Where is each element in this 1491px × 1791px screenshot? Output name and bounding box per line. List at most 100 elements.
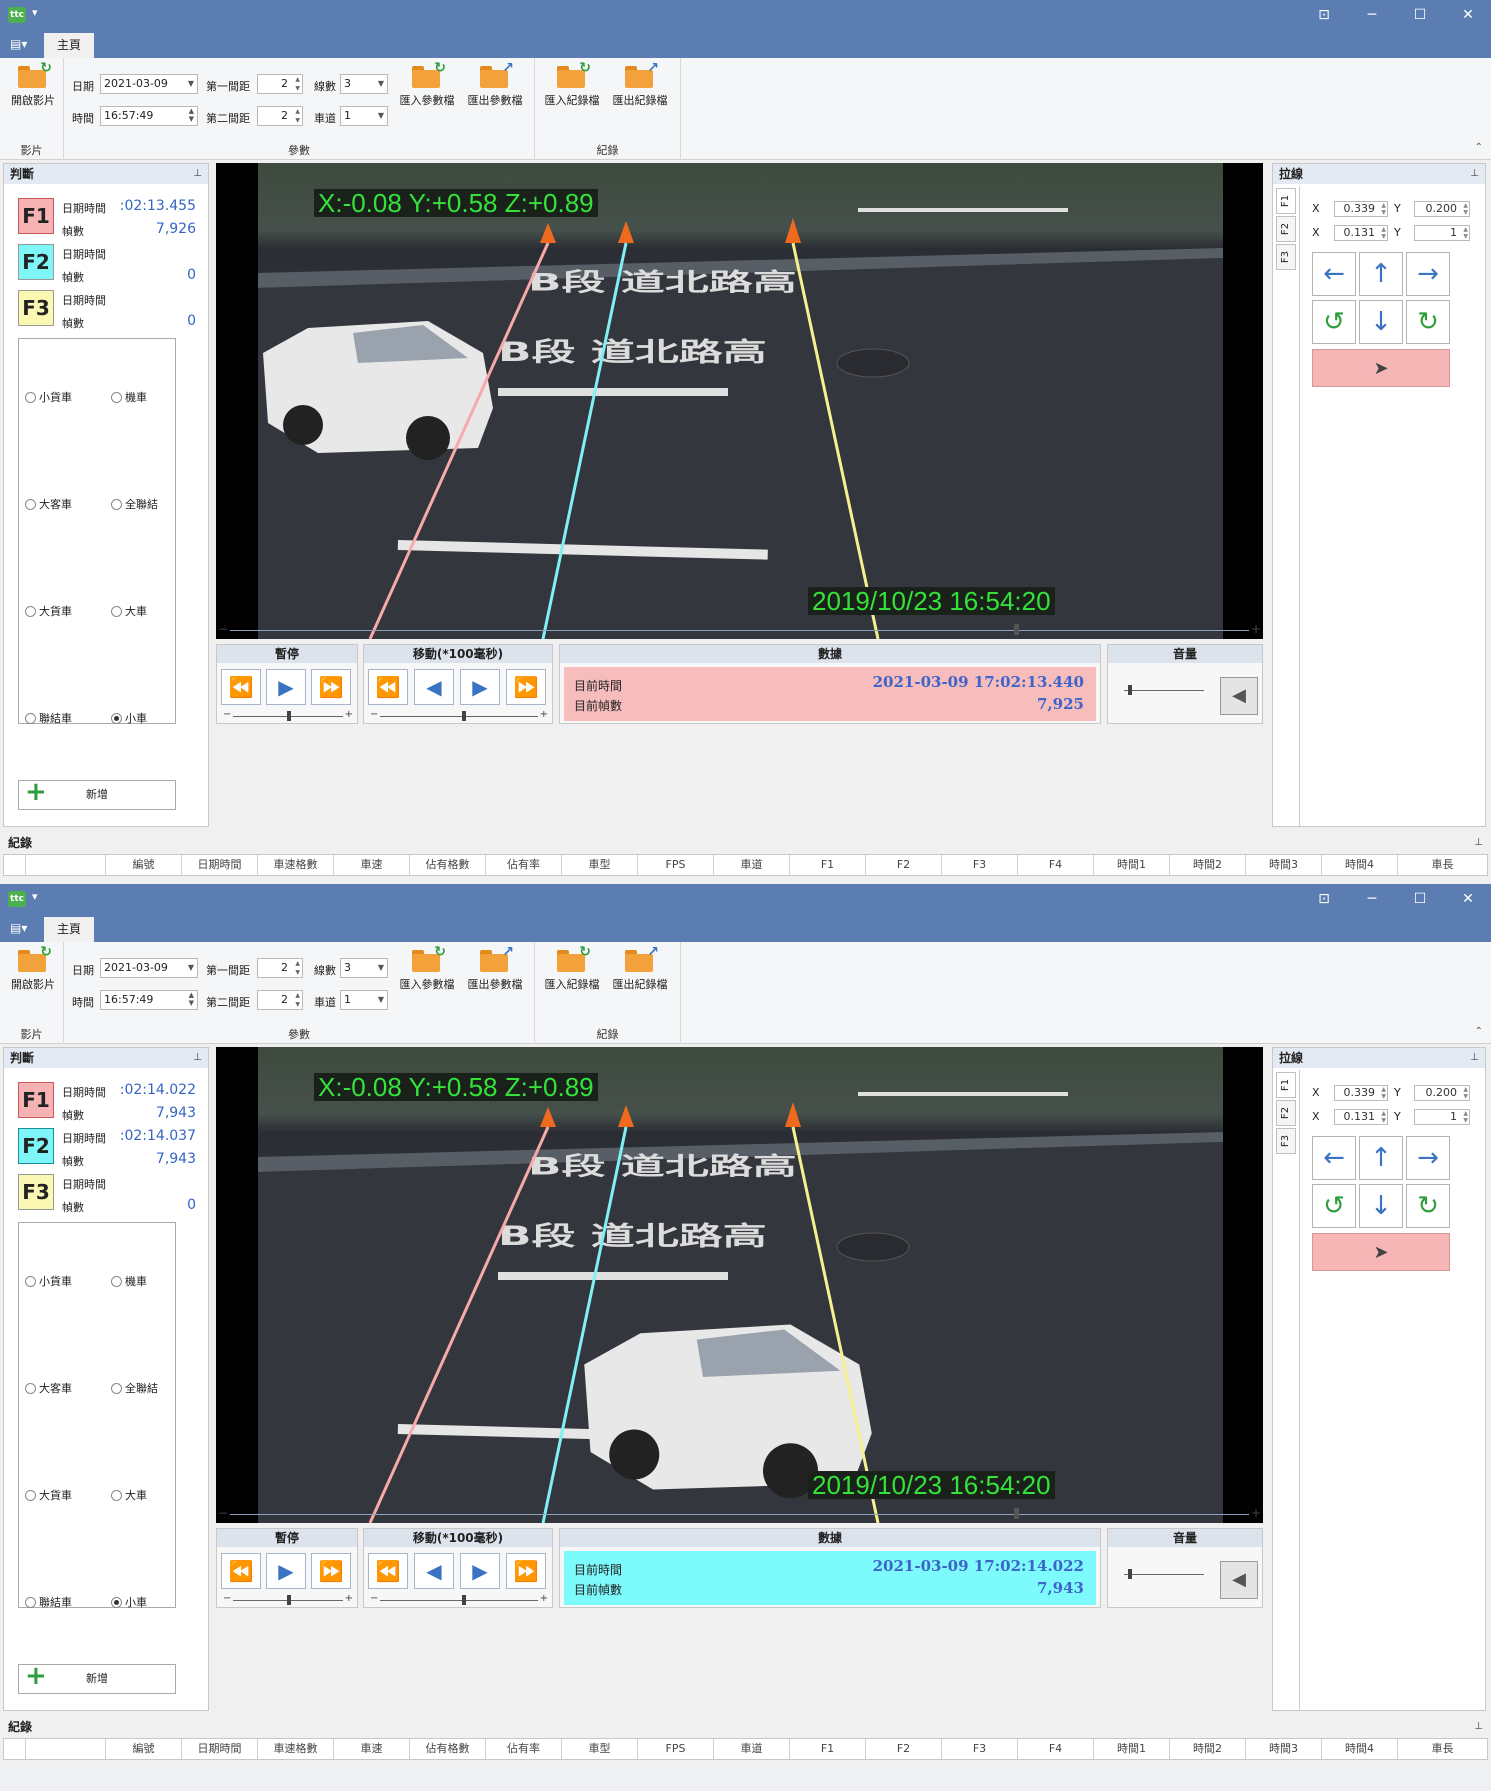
- pin-icon[interactable]: ⊥: [1470, 1048, 1479, 1068]
- rewind-button[interactable]: ⏪: [221, 1553, 261, 1589]
- grid-header-cell[interactable]: 車速: [334, 1739, 410, 1759]
- gap2-spinner[interactable]: 2 ▲ ▼: [257, 106, 303, 126]
- arrow-left-icon[interactable]: ←: [1312, 1136, 1356, 1180]
- y2-input[interactable]: 1 ▲ ▼: [1414, 225, 1470, 241]
- tab-home[interactable]: 主頁: [44, 917, 94, 942]
- add-button[interactable]: + 新增: [18, 1662, 176, 1694]
- play-button[interactable]: ▶: [266, 669, 306, 705]
- lines-select[interactable]: 3 ▼: [340, 74, 388, 94]
- close-button[interactable]: ✕: [1444, 0, 1491, 30]
- y2-input[interactable]: 1 ▲ ▼: [1414, 1109, 1470, 1125]
- grid-header-cell[interactable]: 日期時間: [182, 855, 258, 875]
- radio-semi-trailer[interactable]: 聯結車: [25, 710, 72, 726]
- arrow-down-icon[interactable]: ↓: [1359, 300, 1403, 344]
- radio-large-vehicle[interactable]: 大車: [111, 603, 147, 619]
- y1-input[interactable]: 0.200 ▲ ▼: [1414, 201, 1470, 217]
- radio-large-truck[interactable]: 大貨車: [25, 603, 72, 619]
- tab-f2[interactable]: F2: [1276, 1100, 1296, 1126]
- step-back-button[interactable]: ◀: [414, 1553, 454, 1589]
- minimize-button[interactable]: ─: [1348, 884, 1396, 914]
- seek-thumb[interactable]: [1014, 624, 1019, 635]
- quick-access-dropdown[interactable]: ▾: [32, 890, 38, 903]
- grid-header-cell[interactable]: 佔有格數: [410, 1739, 486, 1759]
- step-slider[interactable]: − +: [370, 1593, 548, 1605]
- gap1-spinner[interactable]: 2 ▲ ▼: [257, 74, 303, 94]
- radio-full-trailer[interactable]: 全聯結: [111, 1380, 158, 1396]
- grid-header-cell[interactable]: FPS: [638, 1739, 714, 1759]
- grid-header-cell[interactable]: 佔有率: [486, 855, 562, 875]
- rotate-ccw-icon[interactable]: ↺: [1312, 1184, 1356, 1228]
- export-log-button[interactable]: ↗ 匯出紀錄檔: [607, 60, 673, 124]
- minimize-button[interactable]: ─: [1348, 0, 1396, 30]
- rewind-button[interactable]: ⏪: [221, 669, 261, 705]
- pin-icon[interactable]: ⊥: [1470, 164, 1479, 184]
- grid-header-cell[interactable]: F2: [866, 855, 942, 875]
- import-log-button[interactable]: ↻ 匯入紀錄檔: [539, 60, 605, 124]
- grid-header-cell[interactable]: 車速格數: [258, 855, 334, 875]
- radio-semi-trailer[interactable]: 聯結車: [25, 1594, 72, 1610]
- collapse-ribbon-icon[interactable]: ⌃: [1475, 142, 1483, 153]
- radio-large-vehicle[interactable]: 大車: [111, 1487, 147, 1503]
- tab-f1[interactable]: F1: [1276, 1072, 1296, 1098]
- grid-header-cell[interactable]: 車長: [1398, 855, 1487, 875]
- gap1-spinner[interactable]: 2 ▲ ▼: [257, 958, 303, 978]
- step-forward-button[interactable]: ▶: [460, 1553, 500, 1589]
- radio-motorcycle[interactable]: 機車: [111, 389, 147, 405]
- date-picker[interactable]: 2021-03-09 ▼: [100, 958, 198, 978]
- x1-input[interactable]: 0.339 ▲ ▼: [1334, 201, 1388, 217]
- add-button[interactable]: + 新增: [18, 778, 176, 810]
- tab-f2[interactable]: F2: [1276, 216, 1296, 242]
- speed-slider[interactable]: − +: [223, 709, 353, 721]
- grid-header-cell[interactable]: F1: [790, 1739, 866, 1759]
- grid-header-cell[interactable]: 日期時間: [182, 1739, 258, 1759]
- app-menu-button[interactable]: ▤▾: [10, 921, 32, 935]
- tab-f3[interactable]: F3: [1276, 244, 1296, 270]
- grid-header-cell[interactable]: 車道: [714, 855, 790, 875]
- video-seek-slider[interactable]: − +: [216, 622, 1263, 638]
- fast-forward-button[interactable]: ⏩: [311, 669, 351, 705]
- tab-f3[interactable]: F3: [1276, 1128, 1296, 1154]
- volume-slider[interactable]: [1114, 1569, 1214, 1579]
- grid-header-cell[interactable]: 時間1: [1094, 855, 1170, 875]
- import-params-button[interactable]: ↻ 匯入參數檔: [394, 944, 460, 1008]
- pin-icon[interactable]: ⊥: [1474, 1716, 1483, 1738]
- step-forward-fast-button[interactable]: ⏩: [506, 669, 546, 705]
- lines-select[interactable]: 3 ▼: [340, 958, 388, 978]
- grid-header-cell[interactable]: FPS: [638, 855, 714, 875]
- grid-header-cell[interactable]: 車道: [714, 1739, 790, 1759]
- import-log-button[interactable]: ↻ 匯入紀錄檔: [539, 944, 605, 1008]
- select-cursor-button[interactable]: ➤: [1312, 1233, 1450, 1271]
- arrow-right-icon[interactable]: →: [1406, 252, 1450, 296]
- step-back-fast-button[interactable]: ⏪: [368, 669, 408, 705]
- open-video-button[interactable]: ↻ 開啟影片: [0, 944, 66, 1008]
- arrow-up-icon[interactable]: ↑: [1359, 1136, 1403, 1180]
- grid-header-cell[interactable]: F1: [790, 855, 866, 875]
- restore-ribbon-icon[interactable]: ⊡: [1300, 0, 1348, 30]
- fast-forward-button[interactable]: ⏩: [311, 1553, 351, 1589]
- grid-header-cell[interactable]: 編號: [106, 1739, 182, 1759]
- grid-header-cell[interactable]: F4: [1018, 1739, 1094, 1759]
- grid-header-cell[interactable]: 車型: [562, 855, 638, 875]
- arrow-left-icon[interactable]: ←: [1312, 252, 1356, 296]
- lane-select[interactable]: 1 ▼: [340, 106, 388, 126]
- app-menu-button[interactable]: ▤▾: [10, 37, 32, 51]
- restore-ribbon-icon[interactable]: ⊡: [1300, 884, 1348, 914]
- grid-header-cell[interactable]: 時間1: [1094, 1739, 1170, 1759]
- grid-header-cell[interactable]: 車速格數: [258, 1739, 334, 1759]
- step-slider[interactable]: − +: [370, 709, 548, 721]
- grid-header-cell[interactable]: 編號: [106, 855, 182, 875]
- volume-slider[interactable]: [1114, 685, 1214, 695]
- grid-header-cell[interactable]: F3: [942, 855, 1018, 875]
- quick-access-dropdown[interactable]: ▾: [32, 6, 38, 19]
- video-frame[interactable]: B段 道北路高 B段 道北路高 X:-0.08 Y:+0.58 Z:+0.89: [216, 1047, 1263, 1523]
- grid-header-cell[interactable]: 佔有率: [486, 1739, 562, 1759]
- time-picker[interactable]: 16:57:49 ▲ ▼: [100, 106, 198, 126]
- radio-bus[interactable]: 大客車: [25, 1380, 72, 1396]
- x2-input[interactable]: 0.131 ▲ ▼: [1334, 225, 1388, 241]
- pin-icon[interactable]: ⊥: [193, 1048, 202, 1068]
- grid-header-cell[interactable]: [26, 855, 106, 875]
- grid-header-cell[interactable]: 時間3: [1246, 855, 1322, 875]
- grid-header-cell[interactable]: 時間4: [1322, 1739, 1398, 1759]
- radio-small-truck[interactable]: 小貨車: [25, 389, 72, 405]
- grid-header-cell[interactable]: 佔有格數: [410, 855, 486, 875]
